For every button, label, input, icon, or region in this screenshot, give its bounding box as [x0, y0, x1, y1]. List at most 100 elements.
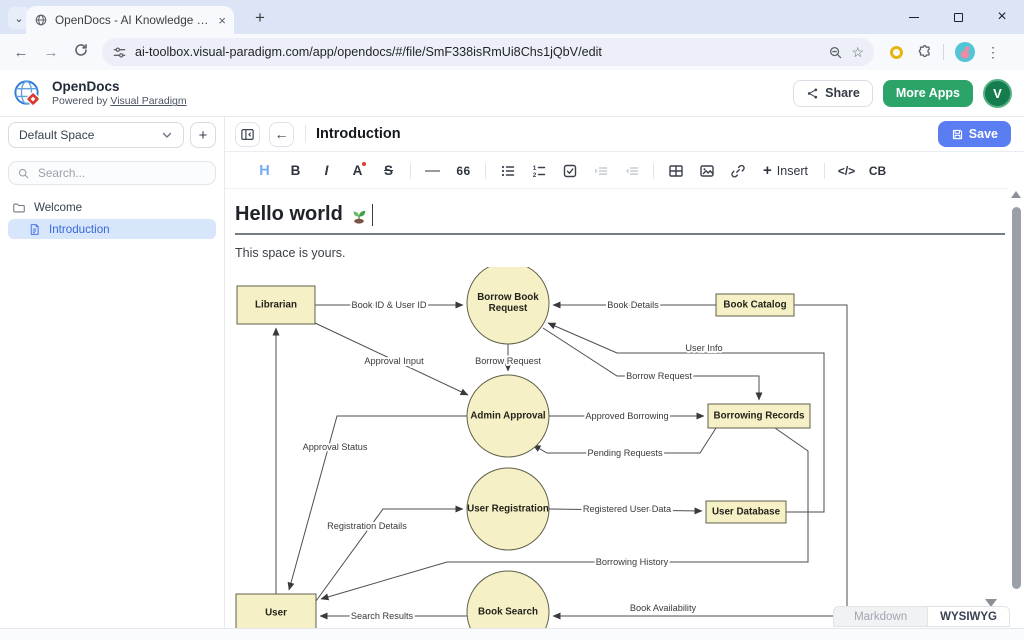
browser-toolbar: ← → ai-toolbox.visual-paradigm.com/app/o… [0, 34, 1024, 70]
window-close-icon[interactable]: × [980, 0, 1024, 34]
address-bar[interactable]: ai-toolbox.visual-paradigm.com/app/opend… [102, 38, 874, 66]
bold-button[interactable]: B [280, 159, 311, 183]
toolbar-divider [410, 163, 411, 179]
zoom-out-icon[interactable] [828, 45, 843, 60]
extensions-puzzle-icon[interactable] [917, 44, 933, 60]
svg-text:Request: Request [489, 303, 528, 314]
italic-button[interactable]: I [311, 159, 342, 183]
sidebar-item-label: Welcome [34, 201, 82, 214]
new-tab-button[interactable]: + [248, 6, 272, 30]
numbered-list-button[interactable]: 1 2 [523, 159, 554, 183]
node-book-catalog: Book Catalog [716, 294, 794, 316]
text-cursor [372, 204, 374, 226]
sidebar-item-label: Introduction [49, 223, 110, 236]
svg-text:Admin Approval: Admin Approval [470, 411, 546, 422]
browser-menu-icon[interactable]: ⋮ [986, 44, 1000, 61]
edge-label-book-availability: Book Availability [630, 603, 697, 613]
document-scrollbar[interactable] [1009, 191, 1023, 620]
app-header: OpenDocs Powered by Visual Paradigm Shar… [0, 70, 1024, 117]
sidebar-item-introduction[interactable]: Introduction [8, 219, 216, 239]
editor-pane: ← Introduction Save H B I A S — 66 [225, 117, 1024, 628]
toolbar-separator [943, 44, 944, 60]
svg-text:User: User [265, 608, 287, 619]
link-button[interactable] [722, 159, 753, 183]
document-icon [28, 223, 41, 236]
body-paragraph[interactable]: This space is yours. [235, 246, 1008, 260]
inline-code-button[interactable]: </> [831, 159, 862, 183]
back-icon[interactable]: ← [6, 44, 36, 61]
forward-icon[interactable]: → [36, 44, 66, 61]
edge-label-approved-borrowing: Approved Borrowing [585, 411, 668, 421]
heading-button[interactable]: H [249, 159, 280, 183]
node-librarian: Librarian [237, 286, 315, 324]
document-content[interactable]: Hello world This space is yours. [225, 189, 1008, 628]
node-admin-approval: Admin Approval [467, 375, 549, 457]
editor-header: ← Introduction Save [225, 117, 1024, 152]
window-minimize-icon[interactable] [892, 0, 936, 34]
edge-label-registration-details: Registration Details [327, 521, 407, 531]
sidebar-item-welcome[interactable]: Welcome [8, 198, 216, 217]
browser-tab[interactable]: OpenDocs - AI Knowledge Base × [26, 6, 234, 34]
save-button[interactable]: Save [938, 121, 1011, 147]
document-heading[interactable]: Hello world [235, 201, 1008, 228]
browser-tab-strip: ⌄ OpenDocs - AI Knowledge Base × + × [0, 0, 1024, 34]
window-maximize-icon[interactable] [936, 0, 980, 34]
folder-icon [12, 201, 26, 215]
outdent-button[interactable] [616, 159, 647, 183]
extension-badge-icon[interactable] [890, 46, 903, 59]
save-floppy-icon [951, 128, 964, 141]
bullet-list-button[interactable] [492, 159, 523, 183]
powered-by: Powered by Visual Paradigm [52, 95, 187, 107]
site-settings-icon[interactable] [112, 45, 127, 60]
toggle-sidebar-button[interactable] [235, 122, 260, 147]
page-title: Introduction [316, 126, 401, 142]
more-apps-button[interactable]: More Apps [883, 80, 973, 107]
search-input[interactable] [36, 165, 207, 181]
font-color-button[interactable]: A [342, 159, 373, 183]
svg-text:Librarian: Librarian [255, 300, 297, 311]
tab-title: OpenDocs - AI Knowledge Base [55, 13, 211, 27]
node-borrow-book-request: Borrow BookRequest [467, 267, 549, 344]
visual-paradigm-link[interactable]: Visual Paradigm [110, 95, 186, 107]
user-avatar[interactable]: V [983, 79, 1012, 108]
markdown-mode-button[interactable]: Markdown [833, 606, 927, 627]
edge-borrow-request-to-records [543, 328, 759, 400]
code-block-button[interactable]: CB [862, 159, 893, 183]
edge-label-borrowing-history: Borrowing History [596, 557, 669, 567]
format-toolbar: H B I A S — 66 1 2 [225, 153, 1008, 189]
table-button[interactable] [660, 159, 691, 183]
scrollbar-thumb[interactable] [1012, 207, 1021, 589]
blockquote-button[interactable]: 66 [448, 159, 479, 183]
horizontal-rule-button[interactable]: — [417, 159, 448, 183]
search-icon [17, 167, 30, 180]
share-button[interactable]: Share [793, 80, 873, 107]
profile-avatar[interactable] [954, 41, 976, 63]
insert-button[interactable]: + Insert [759, 159, 812, 183]
scroll-up-icon[interactable] [1011, 191, 1021, 198]
tab-close-icon[interactable]: × [218, 14, 226, 27]
svg-text:2: 2 [532, 172, 536, 179]
strikethrough-button[interactable]: S [373, 159, 404, 183]
share-icon [806, 87, 819, 100]
space-selector[interactable]: Default Space [8, 122, 184, 148]
add-space-button[interactable]: + [190, 122, 216, 148]
bookmark-star-icon[interactable]: ☆ [851, 44, 864, 61]
edge-label-book-id-user-id: Book ID & User ID [351, 300, 426, 310]
toolbar-divider [653, 163, 654, 179]
indent-button[interactable] [585, 159, 616, 183]
sidebar-search[interactable] [8, 161, 216, 185]
back-button[interactable]: ← [269, 122, 294, 147]
svg-text:Book Catalog: Book Catalog [723, 300, 786, 311]
edge-label-borrow-request-to-records: Borrow Request [626, 371, 692, 381]
dataflow-diagram[interactable]: Librarian Borrow BookRequest Book Catalog A… [235, 267, 1007, 628]
node-user: User [236, 594, 316, 628]
url-text[interactable]: ai-toolbox.visual-paradigm.com/app/opend… [135, 45, 820, 59]
chevron-down-icon [161, 129, 173, 141]
reload-icon[interactable] [66, 42, 96, 62]
svg-text:User Database: User Database [712, 507, 781, 518]
wysiwyg-mode-button[interactable]: WYSIWYG [927, 606, 1010, 627]
node-borrowing-records: Borrowing Records [708, 404, 810, 428]
task-list-button[interactable] [554, 159, 585, 183]
image-button[interactable] [691, 159, 722, 183]
svg-text:User Registration: User Registration [467, 504, 549, 515]
